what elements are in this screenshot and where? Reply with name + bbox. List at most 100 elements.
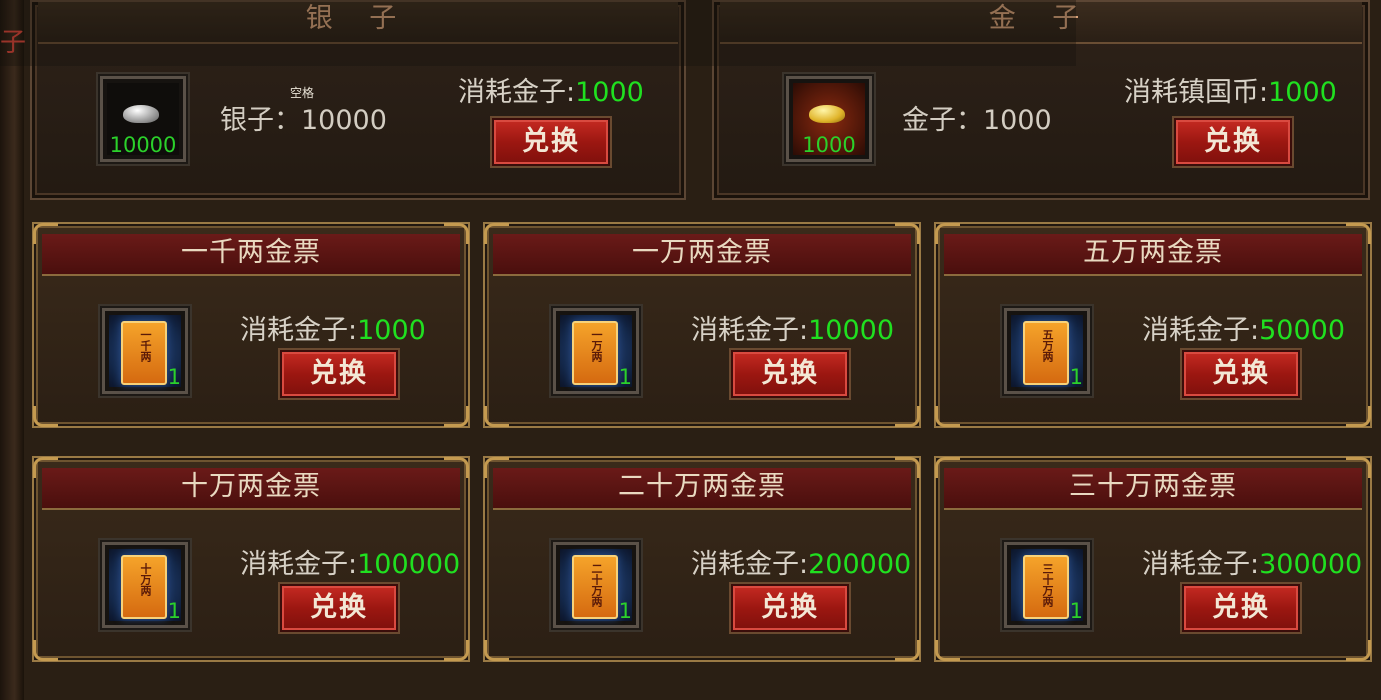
corner-ornament xyxy=(895,406,920,427)
corner-ornament xyxy=(935,406,960,427)
gold-cost-label: 消耗镇国币: xyxy=(1124,77,1269,108)
ticket-panel-4: 十万两金票 十万两 1 消耗金子:100000 兑换 xyxy=(32,456,470,662)
gold-ticket-icon: 二十万两 xyxy=(572,555,618,619)
silver-amount-value: 10000 xyxy=(301,105,387,136)
ticket-card-text: 二十万两 xyxy=(590,563,603,607)
ticket-title: 一万两金票 xyxy=(632,237,772,268)
gold-ticket-icon: 五万两 xyxy=(1023,321,1069,385)
gold-panel: 金 子 1000 金子：1000 消耗镇国币:1000 兑换 xyxy=(712,0,1370,200)
silver-cost-label: 消耗金子: xyxy=(458,77,576,108)
silver-amount-label: 银子： xyxy=(220,105,301,136)
ticket-title: 十万两金票 xyxy=(181,471,321,502)
corner-ornament xyxy=(484,406,509,427)
ticket-item-qty: 1 xyxy=(618,599,632,623)
ticket-card-text: 一千两 xyxy=(139,329,152,362)
silver-cost-value: 1000 xyxy=(575,77,644,108)
ticket-header: 五万两金票 xyxy=(944,234,1362,276)
ticket-cost: 消耗金子:50000 xyxy=(1142,308,1345,347)
corner-ornament xyxy=(444,406,469,427)
gold-item-qty: 1000 xyxy=(802,133,856,157)
ticket-panel-5: 二十万两金票 二十万两 1 消耗金子:200000 兑换 xyxy=(483,456,921,662)
ticket-item-slot[interactable]: 三十万两 1 xyxy=(1004,542,1090,628)
gold-cost: 消耗镇国币:1000 xyxy=(1124,70,1337,109)
ticket-cost-label: 消耗金子: xyxy=(1142,549,1260,580)
gold-cost-value: 1000 xyxy=(1268,77,1337,108)
corner-ornament xyxy=(33,406,58,427)
silver-exchange-button[interactable]: 兑换 xyxy=(492,118,610,166)
ticket-item-qty: 1 xyxy=(167,599,181,623)
gold-amount-value: 1000 xyxy=(983,105,1052,136)
corner-ornament xyxy=(935,640,960,661)
ticket-header: 一千两金票 xyxy=(42,234,460,276)
ticket-cost: 消耗金子:10000 xyxy=(691,308,894,347)
corner-ornament xyxy=(1346,640,1371,661)
ticket-cost-value: 100000 xyxy=(357,549,461,580)
ticket-cost: 消耗金子:300000 xyxy=(1142,542,1362,581)
ticket-item-slot[interactable]: 五万两 1 xyxy=(1004,308,1090,394)
silver-item-slot[interactable]: 10000 xyxy=(100,76,186,162)
ticket-header: 十万两金票 xyxy=(42,468,460,510)
ticket-header: 三十万两金票 xyxy=(944,468,1362,510)
ticket-cost-label: 消耗金子: xyxy=(691,315,809,346)
ticket-card-text: 十万两 xyxy=(139,563,152,596)
ticket-cost-value: 300000 xyxy=(1259,549,1363,580)
ticket-exchange-button-4[interactable]: 兑换 xyxy=(280,584,398,632)
ticket-panel-6: 三十万两金票 三十万两 1 消耗金子:300000 兑换 xyxy=(934,456,1372,662)
corner-ornament xyxy=(1346,406,1371,427)
ticket-header: 二十万两金票 xyxy=(493,468,911,510)
ticket-panel-1: 一千两金票 一千两 1 消耗金子:1000 兑换 xyxy=(32,222,470,428)
silver-amount: 银子：10000 xyxy=(220,98,387,137)
side-label: 子 xyxy=(0,28,27,58)
gold-amount-label: 金子： xyxy=(902,105,983,136)
corner-ornament xyxy=(895,640,920,661)
ticket-title: 三十万两金票 xyxy=(1069,471,1237,502)
ticket-title: 五万两金票 xyxy=(1083,237,1223,268)
ticket-item-qty: 1 xyxy=(1069,599,1083,623)
gold-ticket-icon: 一千两 xyxy=(121,321,167,385)
corner-ornament xyxy=(484,640,509,661)
gold-amount: 金子：1000 xyxy=(902,98,1052,137)
gold-ticket-icon: 十万两 xyxy=(121,555,167,619)
corner-ornament xyxy=(33,640,58,661)
gold-ingot-icon xyxy=(809,105,845,123)
ticket-title: 二十万两金票 xyxy=(618,471,786,502)
ticket-cost-value: 200000 xyxy=(808,549,912,580)
ticket-item-slot[interactable]: 一千两 1 xyxy=(102,308,188,394)
ticket-cost-value: 1000 xyxy=(357,315,426,346)
ticket-cost: 消耗金子:100000 xyxy=(240,542,460,581)
gold-ticket-icon: 一万两 xyxy=(572,321,618,385)
ticket-cost-label: 消耗金子: xyxy=(1142,315,1260,346)
ticket-exchange-button-5[interactable]: 兑换 xyxy=(731,584,849,632)
gold-panel-title: 金 子 xyxy=(988,3,1094,34)
ticket-item-slot[interactable]: 二十万两 1 xyxy=(553,542,639,628)
ticket-title: 一千两金票 xyxy=(181,237,321,268)
ticket-exchange-button-2[interactable]: 兑换 xyxy=(731,350,849,398)
ticket-item-qty: 1 xyxy=(618,365,632,389)
ticket-cost: 消耗金子:200000 xyxy=(691,542,911,581)
ticket-exchange-button-6[interactable]: 兑换 xyxy=(1182,584,1300,632)
ticket-panel-2: 一万两金票 一万两 1 消耗金子:10000 兑换 xyxy=(483,222,921,428)
corner-ornament xyxy=(444,640,469,661)
ticket-cost-label: 消耗金子: xyxy=(240,549,358,580)
silver-cost: 消耗金子:1000 xyxy=(458,70,644,109)
silver-ingot-icon xyxy=(123,105,159,123)
ticket-header: 一万两金票 xyxy=(493,234,911,276)
ticket-item-slot[interactable]: 一万两 1 xyxy=(553,308,639,394)
ticket-cost-label: 消耗金子: xyxy=(691,549,809,580)
ticket-item-qty: 1 xyxy=(167,365,181,389)
ticket-card-text: 五万两 xyxy=(1041,329,1054,362)
silver-panel: 银 子 10000 空格 银子：10000 消耗金子:1000 兑换 xyxy=(30,0,686,200)
ticket-card-text: 一万两 xyxy=(590,329,603,362)
left-frame-border xyxy=(0,0,24,700)
gold-exchange-button[interactable]: 兑换 xyxy=(1174,118,1292,166)
ticket-cost-label: 消耗金子: xyxy=(240,315,358,346)
ticket-item-slot[interactable]: 十万两 1 xyxy=(102,542,188,628)
ticket-cost-value: 50000 xyxy=(1259,315,1346,346)
gold-item-slot[interactable]: 1000 xyxy=(786,76,872,162)
ticket-exchange-button-1[interactable]: 兑换 xyxy=(280,350,398,398)
gold-panel-header: 金 子 xyxy=(720,2,1362,44)
ticket-exchange-button-3[interactable]: 兑换 xyxy=(1182,350,1300,398)
ticket-cost: 消耗金子:1000 xyxy=(240,308,426,347)
ticket-panel-3: 五万两金票 五万两 1 消耗金子:50000 兑换 xyxy=(934,222,1372,428)
ticket-cost-value: 10000 xyxy=(808,315,895,346)
